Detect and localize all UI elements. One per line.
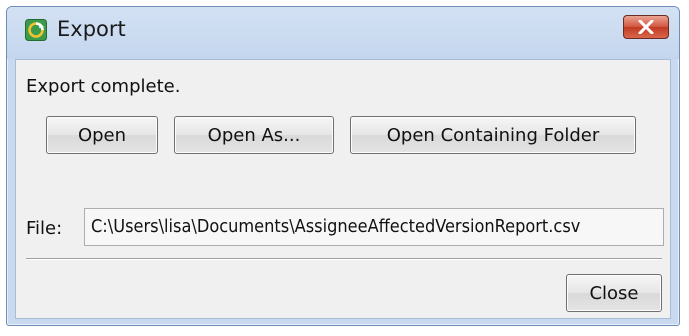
open-button[interactable]: Open <box>46 116 158 154</box>
dialog-body: Export complete. Open Open As... Open Co… <box>15 59 671 319</box>
export-app-icon <box>25 19 47 41</box>
open-containing-folder-button[interactable]: Open Containing Folder <box>350 116 636 154</box>
title-bar[interactable]: Export <box>7 7 679 59</box>
divider <box>26 258 662 260</box>
file-label: File: <box>26 218 63 239</box>
window-title: Export <box>57 17 126 41</box>
close-button[interactable]: Close <box>566 274 662 312</box>
window-close-button[interactable] <box>623 15 669 39</box>
status-message: Export complete. <box>26 76 181 97</box>
close-icon <box>638 20 654 34</box>
export-dialog: Export Export complete. Open Open As... … <box>6 6 680 326</box>
open-as-button[interactable]: Open As... <box>174 116 334 154</box>
file-path-field[interactable]: C:\Users\lisa\Documents\AssigneeAffected… <box>84 208 664 246</box>
